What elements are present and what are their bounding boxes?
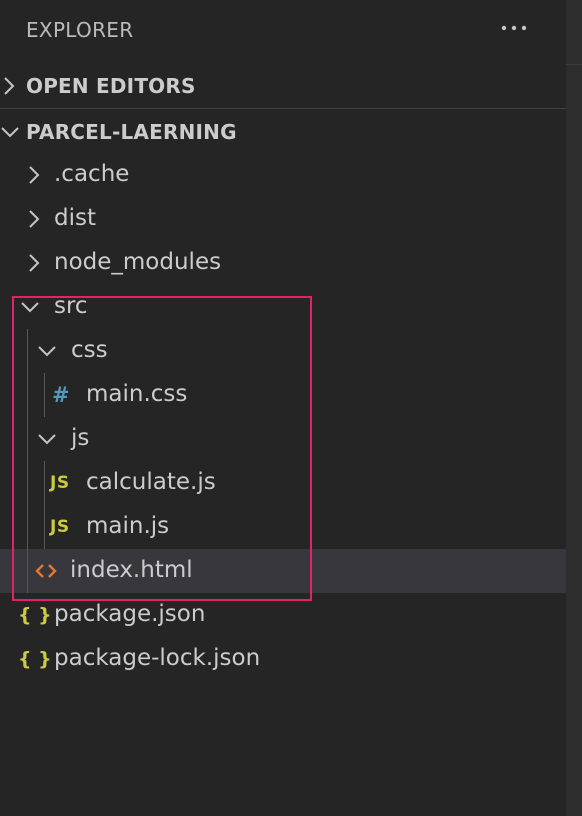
js-file-icon: JS	[50, 473, 70, 493]
tree-item-label: src	[54, 293, 88, 319]
indent-guide	[27, 329, 28, 593]
tree-item-label: js	[71, 425, 90, 451]
indent-guide	[44, 373, 45, 417]
chevron-right-icon	[24, 208, 44, 230]
explorer-title: EXPLORER	[26, 18, 134, 42]
tree-item-cache[interactable]: .cache	[0, 153, 566, 197]
json-file-icon: { }	[18, 648, 52, 670]
tree-item-label: css	[71, 337, 108, 363]
hash-icon: #	[52, 383, 70, 407]
tree-item-label: .cache	[54, 161, 130, 187]
tree-item-label: package-lock.json	[54, 645, 261, 671]
ellipsis-icon[interactable]	[499, 14, 529, 42]
json-file-icon: { }	[18, 604, 52, 626]
chevron-right-icon	[24, 164, 44, 186]
tree-item-label: calculate.js	[86, 469, 216, 495]
chevron-down-icon	[20, 296, 40, 318]
tree-item-package-lock-json[interactable]: { } package-lock.json	[0, 637, 566, 681]
tree-item-main-js[interactable]: JS main.js	[0, 505, 566, 549]
tree-item-dist[interactable]: dist	[0, 197, 566, 241]
explorer-panel: EXPLORER OPEN EDITORS PARCEL-LAERNING .c…	[0, 0, 582, 816]
tree-item-label: index.html	[70, 557, 193, 583]
section-project-label: PARCEL-LAERNING	[26, 120, 237, 144]
tree-item-package-json[interactable]: { } package.json	[0, 593, 566, 637]
indent-guide	[44, 461, 45, 549]
section-divider	[0, 108, 566, 109]
tree-item-src[interactable]: src	[0, 285, 566, 329]
chevron-down-icon	[37, 428, 57, 450]
tree-item-label: package.json	[54, 601, 206, 627]
scrollbar-track[interactable]	[566, 0, 582, 816]
tree-item-label: dist	[54, 205, 96, 231]
tree-item-label: main.js	[86, 513, 170, 539]
section-open-editors[interactable]: OPEN EDITORS	[0, 64, 566, 108]
tree-item-calculate-js[interactable]: JS calculate.js	[0, 461, 566, 505]
js-file-icon: JS	[50, 517, 70, 537]
tree-item-css[interactable]: css	[0, 329, 566, 373]
tree-item-node-modules[interactable]: node_modules	[0, 241, 566, 285]
tree-item-main-css[interactable]: # main.css	[0, 373, 566, 417]
chevron-down-icon	[37, 340, 57, 362]
chevron-down-icon	[0, 121, 20, 143]
html-file-icon	[34, 559, 58, 585]
tree-item-index-html[interactable]: index.html	[0, 549, 566, 593]
chevron-right-icon	[0, 75, 20, 97]
tree-item-label: main.css	[86, 381, 188, 407]
section-open-editors-label: OPEN EDITORS	[26, 74, 196, 98]
explorer-header: EXPLORER	[0, 0, 566, 64]
tree-item-js[interactable]: js	[0, 417, 566, 461]
tree-item-label: node_modules	[54, 249, 222, 275]
chevron-right-icon	[24, 252, 44, 274]
section-project[interactable]: PARCEL-LAERNING	[0, 110, 566, 154]
